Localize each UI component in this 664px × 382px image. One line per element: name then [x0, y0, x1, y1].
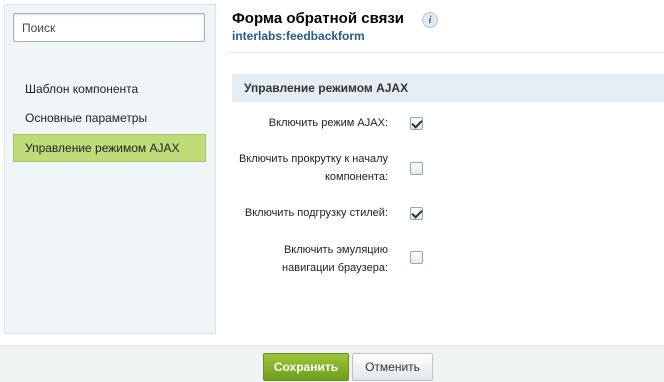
load-styles-checkbox[interactable] — [410, 207, 423, 220]
history-emulation-label: Включить эмуляцию навигации браузера: — [282, 244, 388, 274]
sidebar-item-main-params[interactable]: Основные параметры — [13, 104, 206, 132]
cancel-button[interactable]: Отменить — [352, 353, 433, 381]
sidebar-item-ajax[interactable]: Управление режимом AJAX — [13, 134, 206, 162]
page-title: Форма обратной связи — [232, 10, 405, 27]
section-header: Управление режимом AJAX — [232, 74, 664, 102]
load-styles-label: Включить подгрузку стилей: — [244, 207, 388, 219]
save-button[interactable]: Сохранить — [263, 353, 349, 381]
scroll-to-top-checkbox[interactable] — [410, 162, 423, 175]
ajax-mode-label: Включить режим AJAX: — [268, 117, 388, 129]
scroll-to-top-label: Включить прокрутку к началу компонента: — [238, 153, 388, 183]
history-emulation-checkbox[interactable] — [410, 251, 423, 264]
component-code: interlabs:feedbackform — [232, 29, 365, 43]
search-input[interactable] — [13, 13, 205, 42]
info-icon[interactable]: i — [422, 12, 438, 28]
header-divider — [228, 52, 664, 53]
ajax-mode-checkbox[interactable] — [410, 117, 423, 130]
sidebar: Шаблон компонента Основные параметры Упр… — [4, 4, 216, 334]
sidebar-item-template[interactable]: Шаблон компонента — [13, 75, 206, 103]
